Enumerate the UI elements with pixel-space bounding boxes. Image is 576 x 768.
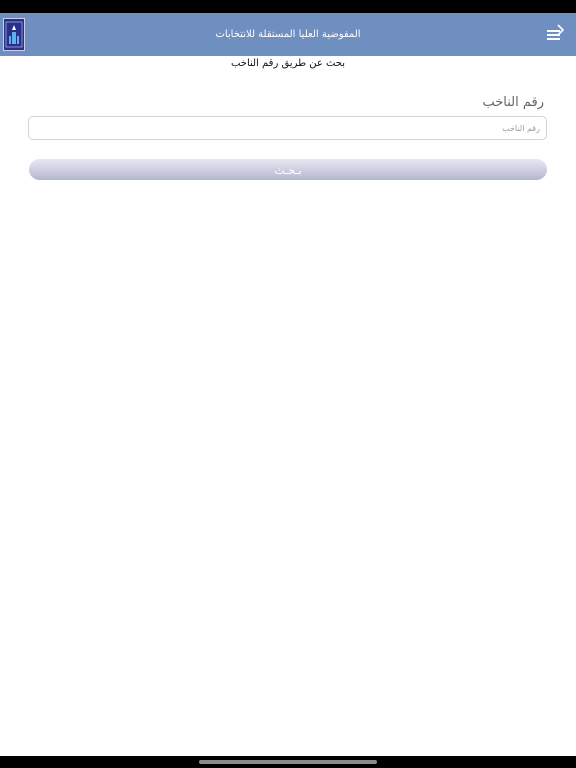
menu-back-icon[interactable] (544, 22, 568, 46)
home-indicator[interactable] (199, 760, 377, 764)
app-title: المفوضية العليا المستقلة للانتخابات (215, 29, 361, 40)
voter-number-label: رقم الناخب (482, 95, 544, 110)
voter-number-input[interactable] (28, 116, 547, 140)
search-button[interactable]: بـحـث (29, 159, 547, 180)
status-bar (0, 0, 576, 13)
navigation-bar: المفوضية العليا المستقلة للانتخابات (0, 13, 576, 56)
page-subtitle: بحث عن طريق رقم الناخب (230, 58, 346, 69)
